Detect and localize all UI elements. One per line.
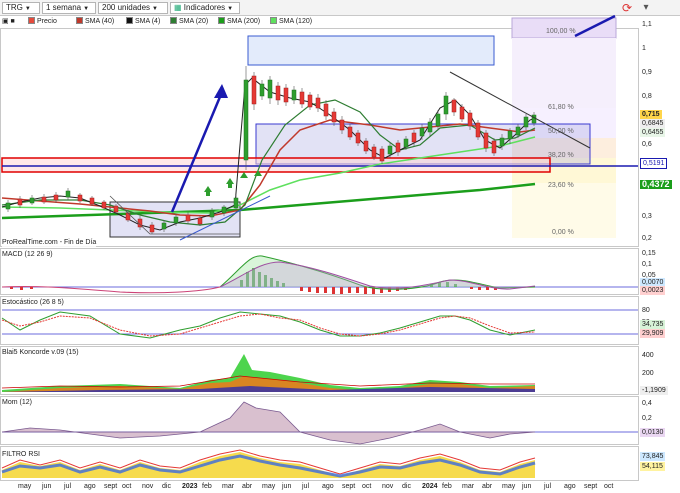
time-axis-label: sept: [342, 483, 356, 490]
watermark: ProRealTime.com - Fin de Día: [2, 238, 97, 247]
sma4-tag: 0,6845: [640, 119, 666, 128]
time-axis-label: oct: [604, 483, 614, 490]
sma40-tag: 0,6455: [640, 128, 666, 137]
time-axis-label: 2023: [182, 483, 198, 490]
mom-axis-tick: 0,4: [642, 400, 652, 407]
koncorde-tag: -1,1909: [640, 386, 668, 395]
time-axis-label: sept: [584, 483, 598, 490]
time-axis-label: may: [502, 483, 516, 490]
fib-label-0: 0,00 %: [552, 229, 574, 236]
time-axis-label: abr: [482, 483, 493, 490]
rsi-title[interactable]: FILTRO RSI: [2, 450, 40, 459]
time-axis-label: dic: [402, 483, 411, 490]
price-axis-tick: 1: [642, 45, 646, 52]
fib-label-50: 50,00 %: [548, 128, 574, 135]
koncorde-panel-graph: [1, 354, 535, 392]
stochastic-title[interactable]: Estocástico (26 8 5): [2, 298, 64, 307]
fib-label-618: 61,80 %: [548, 104, 574, 111]
mom-axis-tick: 0,2: [642, 415, 652, 422]
price-axis-tick: 0,2: [642, 235, 652, 242]
time-axis-label: 2024: [422, 483, 438, 490]
time-axis-label: may: [262, 483, 276, 490]
fib-label-236: 23,60 %: [548, 182, 574, 189]
time-axis-label: jul: [544, 483, 552, 490]
time-axis-label: sept: [104, 483, 118, 490]
time-axis-label: ago: [564, 483, 576, 490]
price-axis-tick: 1,1: [642, 21, 652, 28]
time-axis-label: mar: [462, 483, 475, 490]
fib-label-382: 38,20 %: [548, 152, 574, 159]
time-axis-label: dic: [162, 483, 171, 490]
time-axis-label: abr: [242, 483, 253, 490]
mom-tag: 0,0130: [640, 428, 666, 437]
stoch-axis-tick: 80: [642, 307, 650, 314]
time-axis-label: jun: [282, 483, 292, 490]
macd-tag: 0,0023: [640, 286, 666, 295]
momentum-panel-graph: [1, 401, 638, 445]
sma200-tag: 0,4372: [640, 179, 672, 189]
price-axis-tick: 0,9: [642, 69, 652, 76]
koncorde-axis-tick: 400: [642, 352, 654, 359]
time-axis-label: feb: [442, 483, 452, 490]
time-axis-label: oct: [362, 483, 372, 490]
rsi-tag: 73,845: [640, 452, 666, 461]
chart-canvas[interactable]: [0, 0, 680, 493]
time-axis-label: ago: [84, 483, 96, 490]
koncorde-title[interactable]: Blai5 Koncorde v.09 (15): [2, 348, 79, 357]
support-zone[interactable]: [1, 157, 551, 173]
fib-label-100: 100,00 %: [546, 28, 576, 35]
time-axis-label: nov: [142, 483, 154, 490]
last-price-tag: 0,715: [640, 110, 662, 119]
support-tag: 0,5191: [640, 158, 668, 169]
time-axis-label: jul: [64, 483, 72, 490]
macd-title[interactable]: MACD (12 26 9): [2, 250, 53, 259]
time-axis-label: ago: [322, 483, 334, 490]
price-axis-tick: 0,3: [642, 213, 652, 220]
stoch-tag: 29,909: [640, 329, 666, 338]
macd-panel-graph: [1, 255, 638, 294]
rsi-tag: 54,115: [640, 462, 665, 471]
time-axis-label: oct: [122, 483, 132, 490]
resistance-box[interactable]: [247, 35, 495, 66]
price-axis-tick: 0,6: [642, 141, 652, 148]
stoch-tag: 34,735: [640, 320, 666, 329]
stochastic-panel-graph: [1, 309, 638, 339]
macd-axis-tick: 0,15: [642, 250, 656, 257]
time-axis-label: feb: [202, 483, 212, 490]
time-axis-label: jul: [302, 483, 310, 490]
momentum-title[interactable]: Mom (12): [2, 398, 32, 407]
time-axis-label: jun: [42, 483, 52, 490]
price-axis-tick: 0,8: [642, 93, 652, 100]
time-axis-label: nov: [382, 483, 394, 490]
time-axis-label: jun: [522, 483, 532, 490]
time-axis-label: may: [18, 483, 32, 490]
time-axis-label: mar: [222, 483, 235, 490]
macd-axis-tick: 0,1: [642, 261, 652, 268]
rsi-panel-graph: [1, 449, 536, 478]
koncorde-axis-tick: 200: [642, 370, 654, 377]
